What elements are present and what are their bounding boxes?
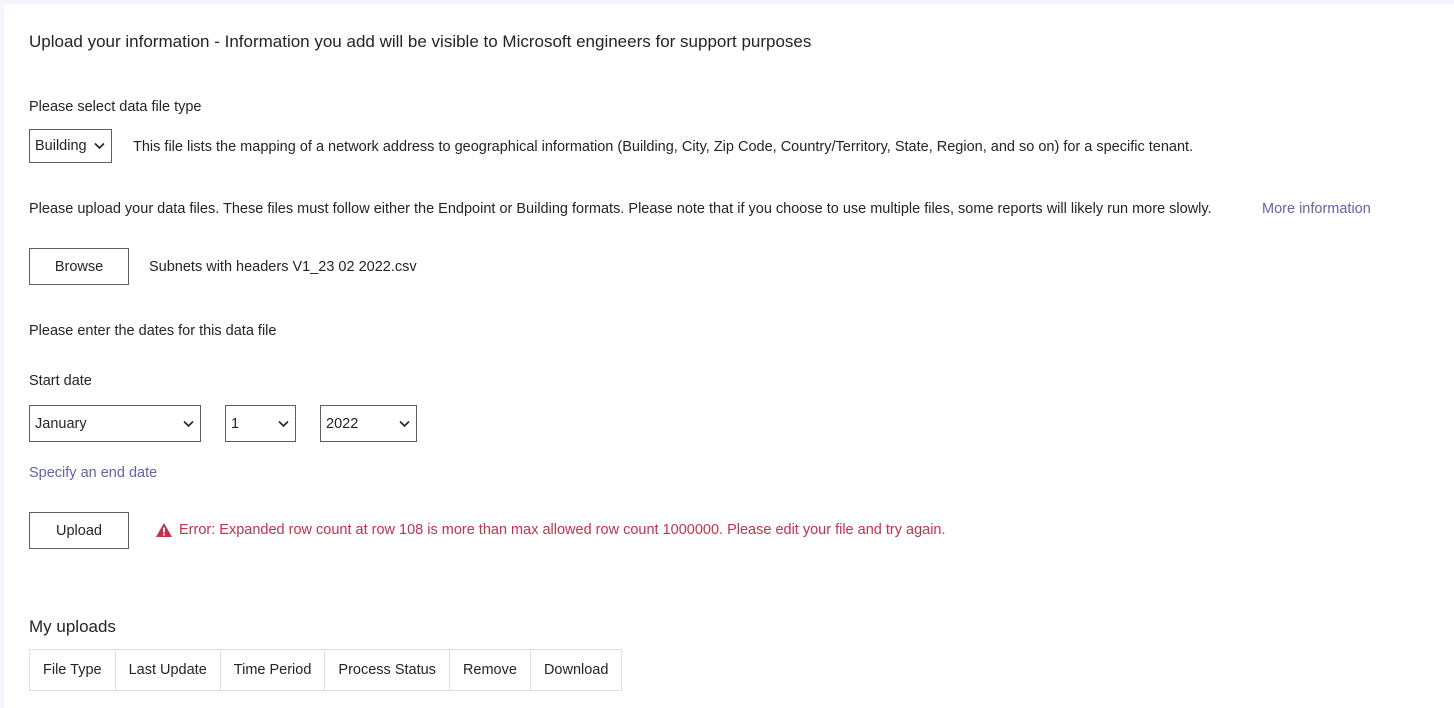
column-download[interactable]: Download — [529, 649, 623, 691]
more-information-link[interactable]: More information — [1262, 201, 1371, 217]
file-type-description: This file lists the mapping of a network… — [133, 139, 1194, 155]
upload-panel: Upload your information - Information yo… — [4, 4, 1454, 708]
chevron-down-icon — [278, 420, 289, 427]
page-title: Upload your information - Information yo… — [29, 32, 812, 51]
my-uploads-title: My uploads — [29, 617, 116, 636]
chevron-down-icon — [94, 142, 105, 150]
start-year-select[interactable]: 2022 — [320, 405, 417, 442]
file-type-select[interactable]: Building — [29, 129, 112, 163]
start-month-select[interactable]: January — [29, 405, 201, 442]
column-file-type[interactable]: File Type — [29, 649, 116, 691]
dates-prompt: Please enter the dates for this data fil… — [29, 323, 277, 339]
chevron-down-icon — [183, 420, 194, 427]
start-date-label: Start date — [29, 373, 92, 389]
table-header-row: File Type Last Update Time Period Proces… — [29, 649, 623, 691]
file-type-label: Please select data file type — [29, 99, 202, 115]
upload-button[interactable]: Upload — [29, 512, 129, 549]
warning-icon — [156, 523, 172, 537]
column-remove[interactable]: Remove — [448, 649, 531, 691]
upload-instructions: Please upload your data files. These fil… — [29, 201, 1212, 217]
my-uploads-table: File Type Last Update Time Period Proces… — [29, 649, 623, 691]
start-day-value: 1 — [231, 415, 240, 432]
column-process-status[interactable]: Process Status — [324, 649, 450, 691]
selected-file-name: Subnets with headers V1_23 02 2022.csv — [149, 259, 417, 275]
upload-error-message: Error: Expanded row count at row 108 is … — [179, 522, 946, 538]
chevron-down-icon — [399, 420, 410, 427]
specify-end-date-link[interactable]: Specify an end date — [29, 465, 157, 481]
upload-error: Error: Expanded row count at row 108 is … — [155, 522, 946, 538]
column-time-period[interactable]: Time Period — [219, 649, 326, 691]
start-month-value: January — [35, 415, 87, 432]
column-last-update[interactable]: Last Update — [114, 649, 221, 691]
start-year-value: 2022 — [326, 415, 359, 432]
file-type-selected-value: Building — [35, 138, 87, 154]
start-day-select[interactable]: 1 — [225, 405, 296, 442]
browse-button[interactable]: Browse — [29, 248, 129, 285]
